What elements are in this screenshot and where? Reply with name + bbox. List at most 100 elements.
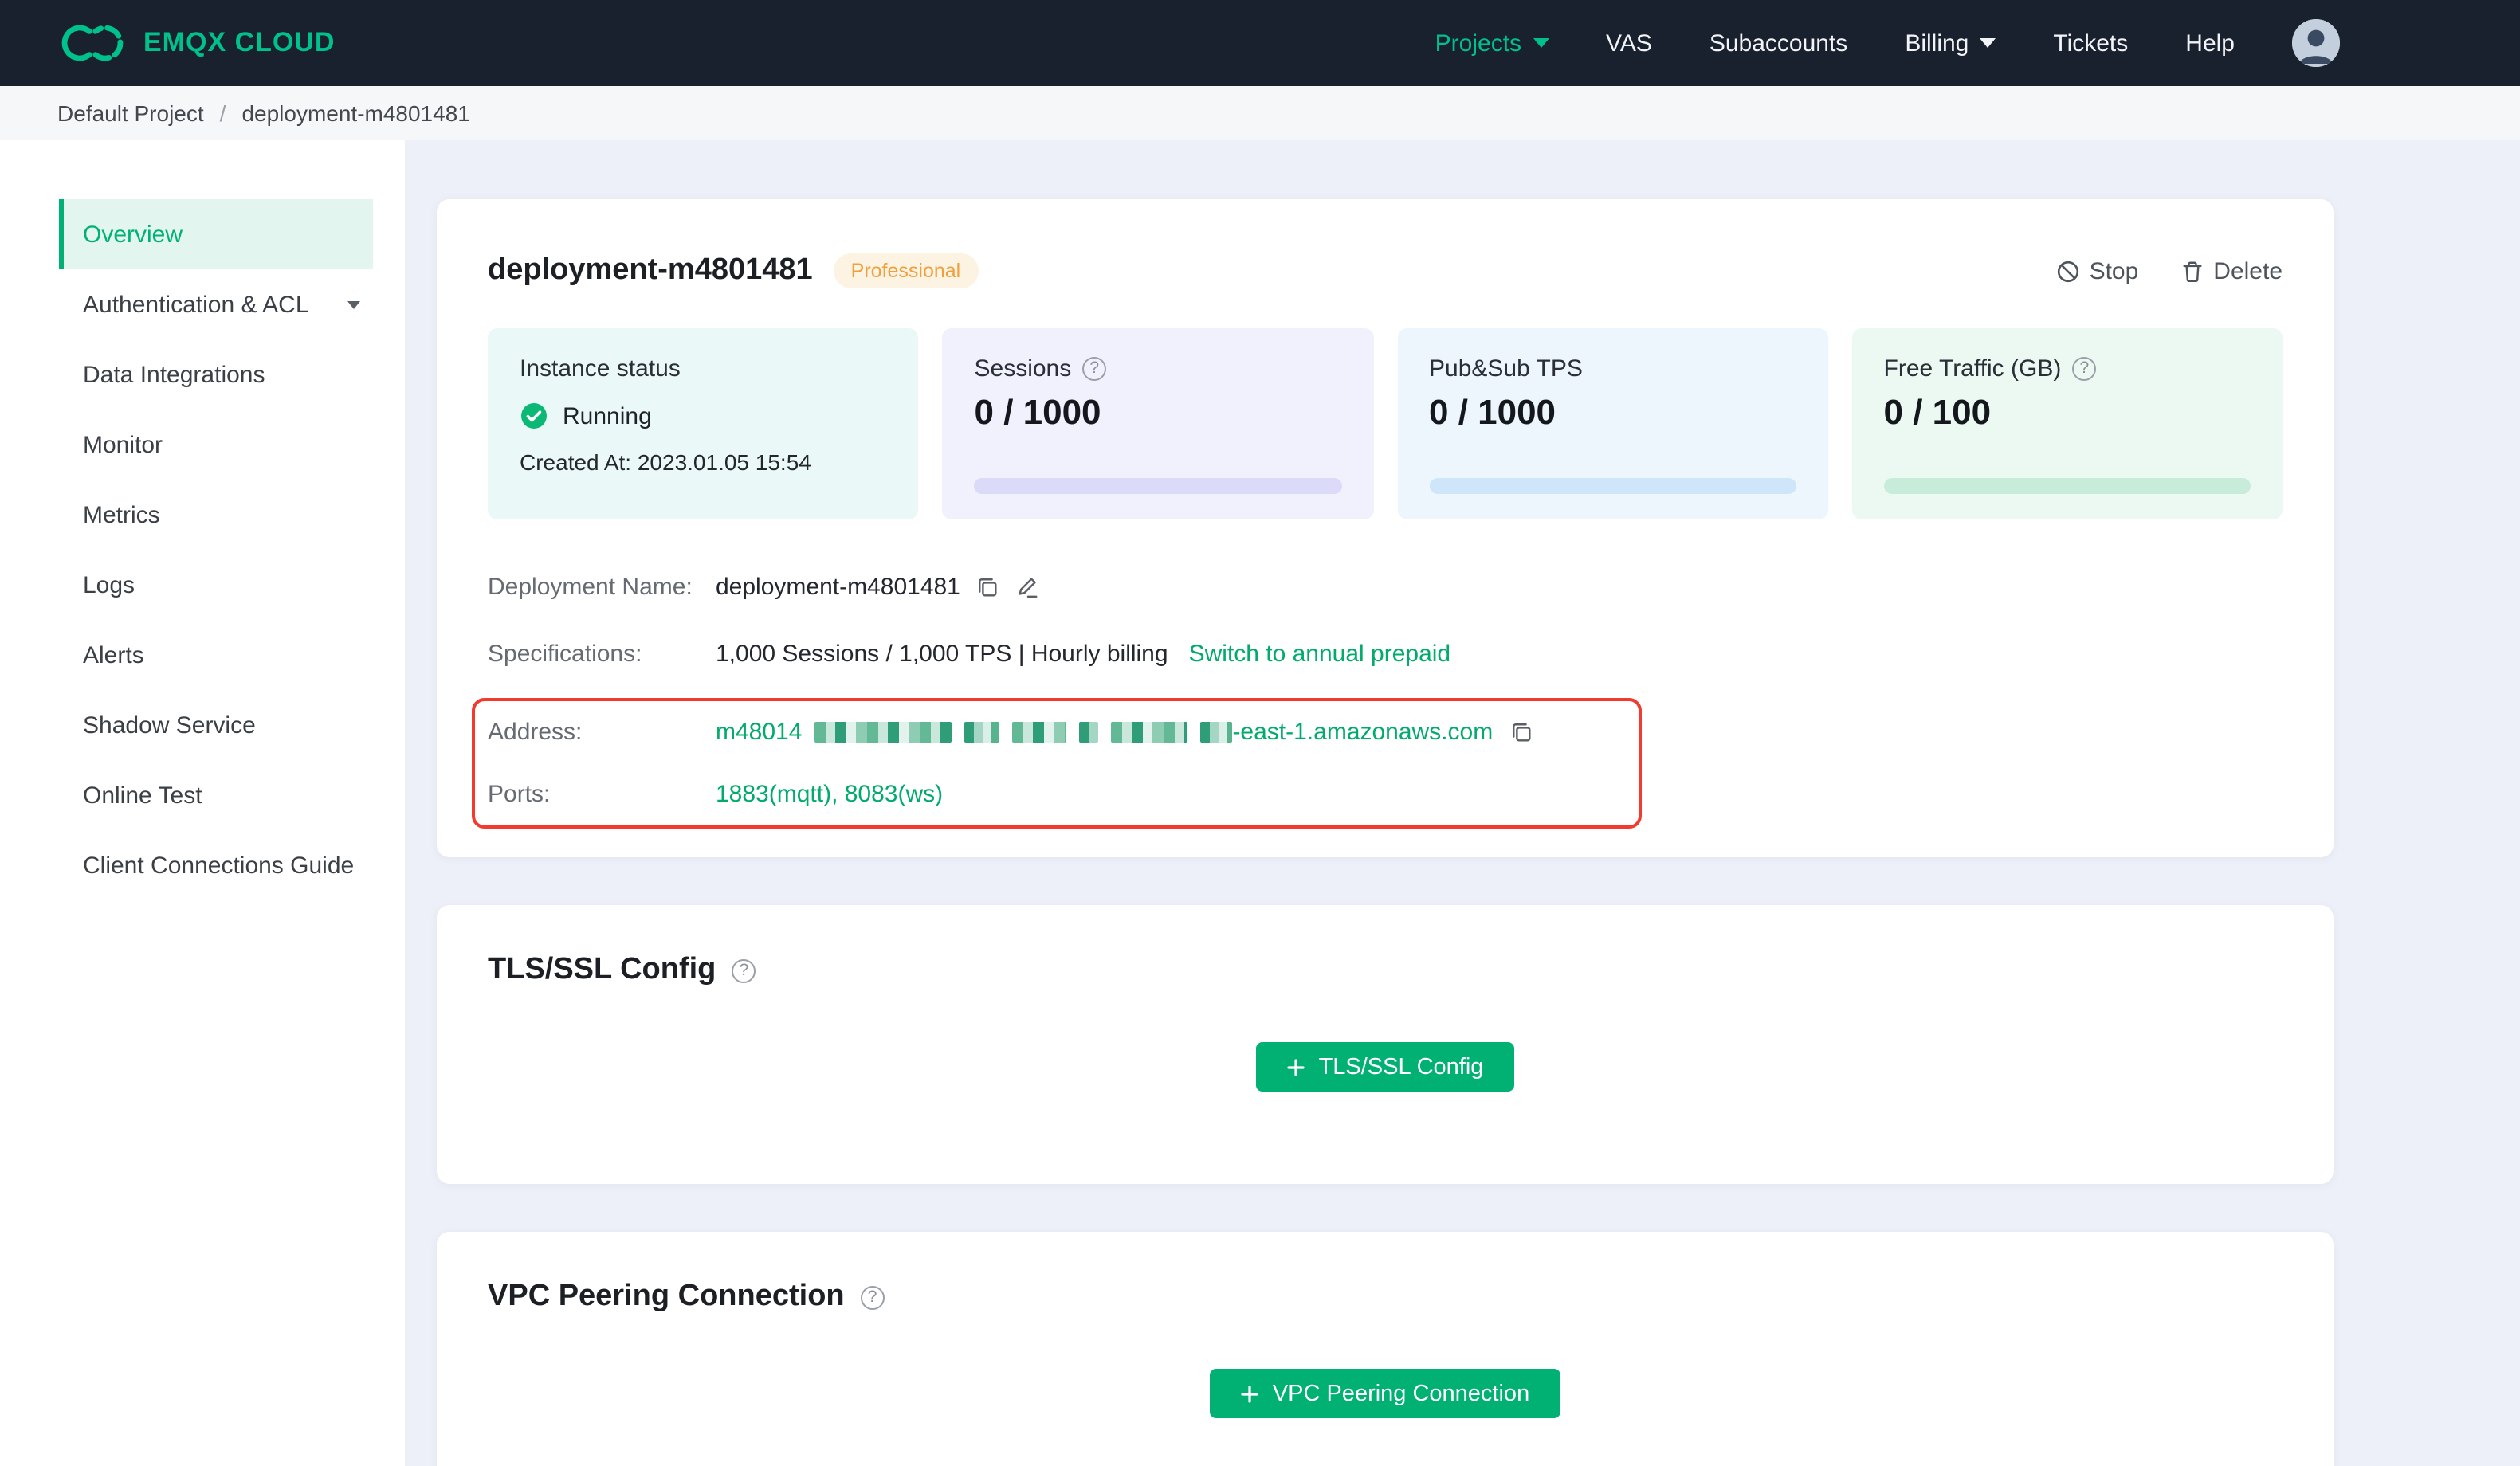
pubsub-tps-label: Pub&Sub TPS	[1429, 355, 1796, 382]
tls-ssl-actions: TLS/SSL Config	[488, 1042, 2283, 1092]
copy-deployment-name-button[interactable]	[976, 574, 1000, 598]
nav-help-label: Help	[2185, 29, 2235, 57]
sidebar-item-monitor[interactable]: Monitor	[59, 410, 373, 480]
sidebar-item-label: Online Test	[83, 782, 202, 809]
sidebar-item-alerts[interactable]: Alerts	[59, 620, 373, 690]
emqx-logo-icon	[61, 25, 124, 61]
add-vpc-peering-button[interactable]: VPC Peering Connection	[1210, 1369, 1560, 1418]
trash-icon	[2182, 261, 2201, 282]
sidebar-item-label: Overview	[83, 221, 183, 248]
redacted-block	[1012, 722, 1067, 743]
nav-projects[interactable]: Projects	[1435, 29, 1549, 57]
delete-button[interactable]: Delete	[2180, 257, 2283, 284]
nav-vas[interactable]: VAS	[1606, 29, 1652, 57]
sidebar-item-client-connections-guide[interactable]: Client Connections Guide	[59, 830, 373, 900]
vpc-peering-title: VPC Peering Connection	[488, 1280, 845, 1313]
specifications-value: 1,000 Sessions / 1,000 TPS | Hourly bill…	[716, 640, 1168, 667]
help-icon[interactable]	[2072, 357, 2097, 381]
sidebar-item-label: Client Connections Guide	[83, 852, 355, 879]
deployment-title: deployment-m4801481	[488, 253, 813, 287]
nav-tickets[interactable]: Tickets	[2053, 29, 2128, 57]
chevron-down-icon	[1533, 38, 1549, 48]
sessions-label: Sessions	[975, 355, 1342, 382]
pubsub-tps-value: 0 / 1000	[1429, 392, 1556, 432]
ports-label: Ports:	[488, 781, 551, 808]
specifications-row: Specifications: 1,000 Sessions / 1,000 T…	[488, 620, 2283, 687]
nav-vas-label: VAS	[1606, 29, 1652, 57]
help-icon[interactable]	[1082, 357, 1107, 381]
navbar-menu: Projects VAS Subaccounts Billing Tickets…	[1435, 19, 2340, 67]
plan-badge: Professional	[833, 253, 979, 288]
sidebar-item-logs[interactable]: Logs	[59, 550, 373, 620]
sidebar-item-online-test[interactable]: Online Test	[59, 760, 373, 830]
nav-tickets-label: Tickets	[2053, 29, 2129, 57]
help-icon[interactable]	[860, 1285, 885, 1309]
chevron-down-icon	[1980, 38, 1996, 48]
nav-billing[interactable]: Billing	[1905, 29, 1996, 57]
copy-address-button[interactable]	[1509, 720, 1533, 744]
address-label: Address:	[488, 719, 583, 746]
nav-help[interactable]: Help	[2185, 29, 2235, 57]
sidebar-item-authentication-acl[interactable]: Authentication & ACL	[59, 269, 373, 339]
redacted-block	[1111, 722, 1188, 743]
stop-icon	[2057, 260, 2078, 282]
brand[interactable]: EMQX CLOUD	[57, 19, 335, 67]
sidebar: Overview Authentication & ACL Data Integ…	[0, 140, 405, 1466]
avatar-person-icon	[2292, 19, 2340, 67]
status-badge: Running	[563, 402, 652, 429]
sidebar-item-label: Data Integrations	[83, 361, 265, 388]
edit-deployment-name-button[interactable]	[1016, 574, 1040, 598]
breadcrumb: Default Project / deployment-m4801481	[0, 86, 2520, 140]
nav-subaccounts-label: Subaccounts	[1709, 29, 1848, 57]
deployment-name-row: Deployment Name: deployment-m4801481	[488, 553, 2283, 620]
copy-icon	[1512, 723, 1530, 742]
breadcrumb-project[interactable]: Default Project	[57, 100, 204, 126]
edit-pencil-icon	[1019, 577, 1038, 598]
add-tls-ssl-config-button[interactable]: TLS/SSL Config	[1256, 1042, 1514, 1092]
ports-row: Ports: 1883(mqtt), 8083(ws)	[488, 763, 1639, 825]
created-at-text: Created At: 2023.01.05 15:54	[520, 449, 811, 475]
nav-billing-label: Billing	[1905, 29, 1969, 57]
address-value: m48014 -east-1.amazonaws.com	[716, 719, 1493, 746]
pubsub-tps-card: Pub&Sub TPS 0 / 1000	[1397, 328, 1828, 519]
stop-button[interactable]: Stop	[2056, 257, 2138, 284]
stat-label-text: Instance status	[520, 355, 681, 382]
deployment-name-label: Deployment Name:	[488, 573, 693, 600]
instance-status-label: Instance status	[520, 355, 887, 382]
breadcrumb-separator: /	[219, 100, 226, 126]
redacted-block	[1079, 722, 1099, 743]
free-traffic-progress-bar	[1883, 478, 2251, 494]
sessions-progress-bar	[974, 478, 1341, 494]
sidebar-item-data-integrations[interactable]: Data Integrations	[59, 339, 373, 410]
tls-ssl-card: TLS/SSL Config TLS/SSL Config	[437, 905, 2334, 1184]
sidebar-item-metrics[interactable]: Metrics	[59, 480, 373, 550]
sidebar-item-shadow-service[interactable]: Shadow Service	[59, 690, 373, 760]
chevron-down-icon	[347, 300, 360, 308]
user-avatar[interactable]	[2292, 19, 2340, 67]
stat-label-text: Sessions	[974, 355, 1072, 382]
address-highlight-annotation: Address: m48014 -east-1.amazonaws.com Po…	[472, 698, 1642, 829]
main-content: deployment-m4801481 Professional Stop De…	[405, 140, 2520, 1466]
ports-value: 1883(mqtt), 8083(ws)	[716, 781, 944, 808]
sidebar-item-label: Logs	[83, 571, 135, 598]
sidebar-item-label: Shadow Service	[83, 711, 256, 739]
sidebar-item-overview[interactable]: Overview	[59, 199, 373, 269]
vpc-peering-title-row: VPC Peering Connection	[488, 1280, 2283, 1315]
redacted-block	[964, 722, 1000, 743]
redacted-block	[814, 722, 952, 743]
free-traffic-value: 0 / 100	[1883, 392, 1992, 432]
deployment-overview-card: deployment-m4801481 Professional Stop De…	[437, 199, 2334, 857]
free-traffic-card: Free Traffic (GB) 0 / 100	[1851, 328, 2283, 519]
nav-subaccounts[interactable]: Subaccounts	[1709, 29, 1847, 57]
sessions-value: 0 / 1000	[974, 392, 1101, 432]
pubsub-tps-progress-bar	[1429, 478, 1796, 494]
emqx-cloud-console: EMQX CLOUD Projects VAS Subaccounts Bill…	[0, 0, 2520, 1466]
help-icon[interactable]	[732, 958, 756, 982]
top-navbar: EMQX CLOUD Projects VAS Subaccounts Bill…	[0, 0, 2520, 86]
brand-name: EMQX CLOUD	[143, 27, 336, 57]
tls-ssl-title-row: TLS/SSL Config	[488, 953, 2283, 988]
delete-button-label: Delete	[2213, 257, 2283, 284]
switch-annual-prepaid-link[interactable]: Switch to annual prepaid	[1189, 640, 1451, 667]
plus-icon	[1242, 1385, 1259, 1402]
address-row: Address: m48014 -east-1.amazonaws.com	[488, 701, 1639, 763]
